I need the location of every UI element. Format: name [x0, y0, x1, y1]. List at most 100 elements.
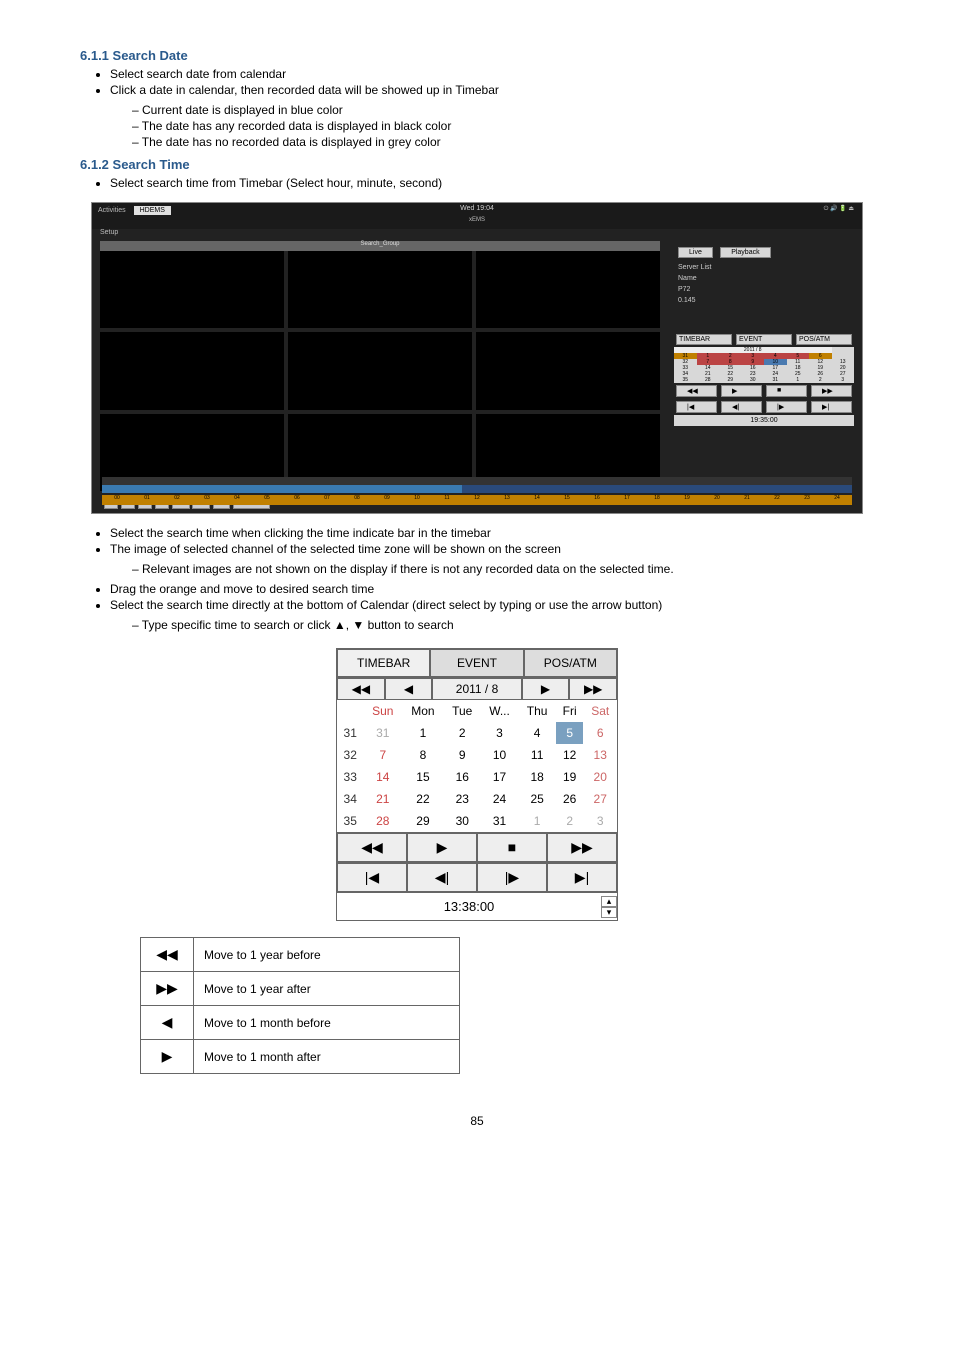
calendar-day[interactable]: 22: [402, 788, 444, 810]
calendar-day[interactable]: 4: [518, 722, 556, 744]
stop-button[interactable]: ■: [766, 385, 807, 397]
next-month-button[interactable]: ▶: [522, 678, 570, 700]
clock: Wed 19:04: [460, 205, 494, 212]
server-item[interactable]: Name: [674, 273, 854, 284]
calendar-day[interactable]: 25: [518, 788, 556, 810]
legend-table: ◀◀Move to 1 year before ▶▶Move to 1 year…: [140, 937, 460, 1074]
section-number: 6.1.2 Search Time: [80, 157, 874, 172]
jump-first-button[interactable]: |◀: [676, 401, 717, 413]
calendar-day[interactable]: 1: [402, 722, 444, 744]
calendar-day[interactable]: 29: [402, 810, 444, 832]
calendar-day[interactable]: 3: [583, 810, 617, 832]
calendar-day[interactable]: 24: [481, 788, 519, 810]
server-list-label: Server List: [674, 262, 854, 273]
frame-next-button[interactable]: |▶: [477, 863, 547, 892]
body-text: The image of selected channel of the sel…: [110, 542, 874, 556]
calendar-day[interactable]: 2: [556, 810, 583, 832]
calendar-day[interactable]: 8: [402, 744, 444, 766]
app-screenshot: Activities HDEMS Wed 19:04 ⏻ 🔊 🔋 ⏏ xEMS …: [91, 202, 863, 514]
calendar-grid: SunMonTueW...ThuFriSat313112345632789101…: [337, 700, 617, 832]
calendar-day[interactable]: 2: [444, 722, 481, 744]
live-button[interactable]: Live: [678, 247, 713, 258]
ffwd-button[interactable]: ▶▶: [547, 833, 617, 862]
video-cell[interactable]: [100, 332, 284, 409]
body-text: The date has no recorded data is display…: [132, 135, 874, 149]
time-up-button[interactable]: ▴: [601, 896, 617, 907]
next-month-icon: ▶: [141, 1040, 194, 1074]
setup-link[interactable]: Setup: [100, 229, 118, 236]
tab-timebar[interactable]: TIMEBAR: [676, 334, 732, 345]
stop-button[interactable]: ■: [477, 833, 547, 862]
calendar-day[interactable]: 10: [481, 744, 519, 766]
calendar-day[interactable]: 31: [481, 810, 519, 832]
body-text: Type specific time to search or click ▲,…: [132, 618, 874, 632]
legend-text: Move to 1 year after: [194, 972, 460, 1006]
play-button[interactable]: ▶: [407, 833, 477, 862]
app-tab: HDEMS: [134, 206, 171, 215]
calendar-day[interactable]: 26: [556, 788, 583, 810]
video-cell[interactable]: [100, 251, 284, 328]
prev-year-button[interactable]: ◀◀: [337, 678, 385, 700]
server-item[interactable]: P72: [674, 284, 854, 295]
calendar-day[interactable]: 16: [444, 766, 481, 788]
frame-prev-button[interactable]: ◀|: [407, 863, 477, 892]
tab-posatm[interactable]: POS/ATM: [524, 649, 617, 677]
calendar-widget: TIMEBAR EVENT POS/ATM ◀◀ ◀ 2011 / 8 ▶ ▶▶…: [336, 648, 618, 921]
calendar-day[interactable]: 7: [363, 744, 402, 766]
calendar-day[interactable]: 11: [518, 744, 556, 766]
next-year-button[interactable]: ▶▶: [569, 678, 617, 700]
video-cell[interactable]: [288, 332, 472, 409]
calendar-day[interactable]: 13: [583, 744, 617, 766]
rew-button[interactable]: ◀◀: [337, 833, 407, 862]
page-number: 85: [80, 1114, 874, 1128]
play-button[interactable]: ▶: [721, 385, 762, 397]
calendar-day[interactable]: 17: [481, 766, 519, 788]
rew-button[interactable]: ◀◀: [676, 385, 717, 397]
jump-last-button[interactable]: ▶|: [547, 863, 617, 892]
jump-last-button[interactable]: ▶|: [811, 401, 852, 413]
calendar-day[interactable]: 31: [363, 722, 402, 744]
time-display[interactable]: 13:38:00: [337, 893, 601, 920]
prev-month-icon: ◀: [141, 1006, 194, 1040]
calendar-day[interactable]: 3: [481, 722, 519, 744]
tab-event[interactable]: EVENT: [736, 334, 792, 345]
ffwd-button[interactable]: ▶▶: [811, 385, 852, 397]
calendar-day[interactable]: 20: [583, 766, 617, 788]
body-text: The date has any recorded data is displa…: [132, 119, 874, 133]
frame-next-button[interactable]: |▶: [766, 401, 807, 413]
body-text: Relevant images are not shown on the dis…: [132, 562, 874, 576]
calendar-day[interactable]: 28: [363, 810, 402, 832]
prev-month-button[interactable]: ◀: [385, 678, 433, 700]
calendar-day[interactable]: 5: [556, 722, 583, 744]
playback-button[interactable]: Playback: [720, 247, 770, 258]
time-down-button[interactable]: ▾: [601, 907, 617, 918]
calendar-day[interactable]: 9: [444, 744, 481, 766]
jump-first-button[interactable]: |◀: [337, 863, 407, 892]
tab-posatm[interactable]: POS/ATM: [796, 334, 852, 345]
calendar-day[interactable]: 12: [556, 744, 583, 766]
calendar-day[interactable]: 1: [518, 810, 556, 832]
calendar-day[interactable]: 18: [518, 766, 556, 788]
video-cell[interactable]: [476, 332, 660, 409]
calendar-day[interactable]: 30: [444, 810, 481, 832]
body-text: Select the search time when clicking the…: [110, 526, 874, 540]
frame-prev-button[interactable]: ◀|: [721, 401, 762, 413]
calendar-day[interactable]: 14: [363, 766, 402, 788]
tab-event[interactable]: EVENT: [430, 649, 523, 677]
video-cell[interactable]: [476, 251, 660, 328]
calendar-day[interactable]: 6: [583, 722, 617, 744]
server-item[interactable]: 0.145: [674, 295, 854, 306]
calendar-day[interactable]: 27: [583, 788, 617, 810]
legend-text: Move to 1 year before: [194, 938, 460, 972]
calendar-day[interactable]: 23: [444, 788, 481, 810]
prev-year-icon: ◀◀: [141, 938, 194, 972]
calendar-day[interactable]: 19: [556, 766, 583, 788]
calendar-day[interactable]: 15: [402, 766, 444, 788]
tab-timebar[interactable]: TIMEBAR: [337, 649, 430, 677]
legend-text: Move to 1 month after: [194, 1040, 460, 1074]
calendar-day[interactable]: 21: [363, 788, 402, 810]
body-text: Select the search time directly at the b…: [110, 598, 874, 612]
video-cell[interactable]: [288, 251, 472, 328]
brand-label: xEMS: [92, 217, 862, 229]
body-text: Drag the orange and move to desired sear…: [110, 582, 874, 596]
